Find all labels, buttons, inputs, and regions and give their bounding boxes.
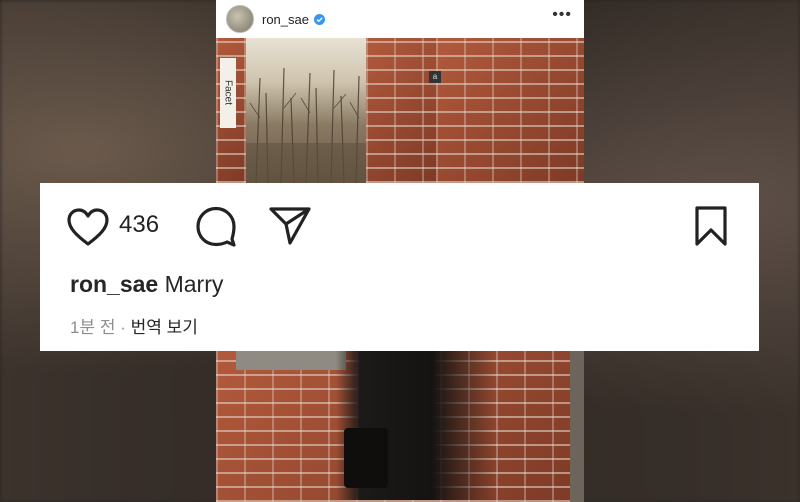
caption-text: Marry (164, 271, 224, 297)
photo-badge: a (429, 71, 441, 83)
avatar[interactable] (226, 5, 254, 33)
share-icon[interactable] (268, 205, 312, 247)
post-username[interactable]: ron_sae (262, 12, 309, 27)
comment-icon[interactable] (195, 205, 237, 247)
post-time: 1분 전 (70, 318, 116, 337)
meta-separator: · (120, 318, 126, 337)
heart-icon[interactable] (66, 207, 110, 247)
stone-ledge (236, 350, 346, 370)
verified-badge-icon (313, 13, 325, 25)
post-caption: ron_sae Marry (70, 271, 223, 298)
brick-column (366, 38, 436, 183)
brick-wall-right (436, 38, 584, 183)
post-header: ron_sae ••• (216, 0, 584, 38)
see-translation-link[interactable]: 번역 보기 (131, 318, 198, 337)
action-bar: 436 (40, 183, 759, 269)
person-boots (344, 428, 388, 488)
like-count[interactable]: 436 (119, 211, 159, 239)
photo-tag-label: Facet (220, 58, 236, 128)
drain-pipe (570, 350, 584, 502)
caption-username[interactable]: ron_sae (70, 271, 158, 297)
post-meta: 1분 전 · 번역 보기 (70, 313, 198, 338)
more-options-icon[interactable]: ••• (552, 6, 572, 24)
post-actions-card: 436 ron_sae Marry 1분 전 · 번역 보기 (40, 183, 759, 351)
bookmark-icon[interactable] (693, 205, 729, 247)
